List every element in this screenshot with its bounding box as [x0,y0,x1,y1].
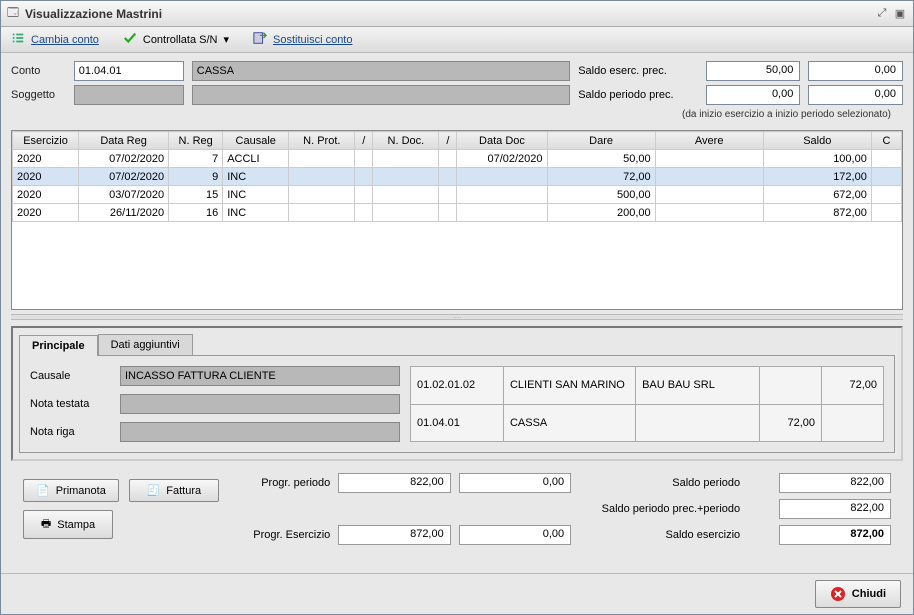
stampa-button[interactable]: 🖶 Stampa [23,510,113,539]
table-row[interactable]: 202007/02/20209INC72,00172,00 [13,168,902,186]
check-icon [123,31,137,48]
fattura-label: Fattura [166,485,201,497]
progr-periodo-v2: 0,00 [459,473,571,493]
doc-icon: 📄 [36,484,50,497]
grid-col-3[interactable]: Causale [223,132,289,150]
hint-text: (da inizio esercizio a inizio periodo se… [11,109,903,120]
list-icon [11,31,25,48]
fattura-button[interactable]: 🧾 Fattura [129,479,219,502]
detail-row: 01.02.01.02CLIENTI SAN MARINOBAU BAU SRL… [411,367,884,405]
grid-col-10[interactable]: Avere [655,132,763,150]
saldo-periodo-v2: 0,00 [808,85,903,105]
invoice-icon: 🧾 [147,484,161,497]
controllata-button[interactable]: Controllata S/N ▾ [123,31,229,48]
grid-col-2[interactable]: N. Reg [169,132,223,150]
grid-col-5[interactable]: / [355,132,373,150]
chiudi-label: Chiudi [852,588,886,600]
saldo-eserc-v2: 0,00 [808,61,903,81]
causale-input [120,366,400,386]
cambia-conto-label: Cambia conto [31,34,99,46]
detail-table: 01.02.01.02CLIENTI SAN MARINOBAU BAU SRL… [410,366,884,442]
table-row[interactable]: 202007/02/20207ACCLI07/02/202050,00100,0… [13,150,902,168]
saldo-periodo-label: Saldo periodo prec. [578,89,698,101]
tab-dati-aggiuntivi[interactable]: Dati aggiuntivi [98,334,193,355]
grid-col-0[interactable]: Esercizio [13,132,79,150]
nota-testata-label: Nota testata [30,398,110,410]
sostituisci-conto-button[interactable]: Sostituisci conto [253,31,352,48]
soggetto-desc-input [192,85,570,105]
window: 🗔 Visualizzazione Mastrini ⤢ ▣ Cambia co… [0,0,914,615]
dropdown-icon: ▾ [223,33,229,46]
replace-icon [253,31,267,48]
saldo-pp-label: Saldo periodo prec.+periodo [579,503,740,515]
saldo-eserc-v1: 50,00 [706,61,801,81]
saldo-eserc-label: Saldo eserc. prec. [578,65,698,77]
progr-periodo-v1: 822,00 [338,473,450,493]
detail-panel: Principale Dati aggiuntivi Causale Nota … [11,326,903,461]
toolbar: Cambia conto Controllata S/N ▾ Sostituis… [1,27,913,53]
maximize-icon[interactable]: ▣ [893,7,907,21]
grid-col-8[interactable]: Data Doc [457,132,547,150]
progr-eserc-v2: 0,00 [459,525,571,545]
soggetto-code-input [74,85,184,105]
soggetto-label: Soggetto [11,89,66,101]
progr-eserc-label: Progr. Esercizio [231,529,330,541]
nota-testata-input [120,394,400,414]
tab-principale[interactable]: Principale [19,335,98,356]
restore-icon[interactable]: ⤢ [875,7,889,21]
table-row[interactable]: 202026/11/202016INC200,00872,00 [13,204,902,222]
grid-col-9[interactable]: Dare [547,132,655,150]
grid-col-11[interactable]: Saldo [763,132,871,150]
conto-desc-input [192,61,570,81]
saldo-eserc-label: Saldo esercizio [579,529,740,541]
saldo-periodo-v1: 0,00 [706,85,801,105]
controllata-label: Controllata S/N [143,34,218,46]
primanota-label: Primanota [56,485,106,497]
detail-row: 01.04.01CASSA72,00 [411,404,884,442]
splitter[interactable]: ∙∙∙∙∙ [11,314,903,320]
saldo-eserc-v: 872,00 [779,525,891,545]
close-icon [830,586,846,602]
saldo-periodo-v: 822,00 [779,473,891,493]
stampa-label: Stampa [57,519,95,531]
chiudi-button[interactable]: Chiudi [815,580,901,608]
progr-eserc-v1: 872,00 [338,525,450,545]
grid-col-4[interactable]: N. Prot. [289,132,355,150]
nota-riga-label: Nota riga [30,426,110,438]
app-icon: 🗔 [7,4,19,23]
conto-label: Conto [11,65,66,77]
cambia-conto-button[interactable]: Cambia conto [11,31,99,48]
main-grid[interactable]: EsercizioData RegN. RegCausaleN. Prot./N… [11,130,903,310]
grid-col-1[interactable]: Data Reg [79,132,169,150]
grid-col-12[interactable]: C [871,132,901,150]
table-row[interactable]: 202003/07/202015INC500,00672,00 [13,186,902,204]
saldo-periodo-label: Saldo periodo [579,477,740,489]
titlebar: 🗔 Visualizzazione Mastrini ⤢ ▣ [1,1,913,27]
saldo-pp-v: 822,00 [779,499,891,519]
causale-label: Causale [30,370,110,382]
grid-col-6[interactable]: N. Doc. [373,132,439,150]
window-title: Visualizzazione Mastrini [25,7,162,21]
progr-periodo-label: Progr. periodo [231,477,330,489]
print-icon: 🖶 [41,515,51,534]
nota-riga-input [120,422,400,442]
sostituisci-conto-label: Sostituisci conto [273,34,352,46]
primanota-button[interactable]: 📄 Primanota [23,479,119,502]
conto-code-input[interactable] [74,61,184,81]
grid-col-7[interactable]: / [439,132,457,150]
